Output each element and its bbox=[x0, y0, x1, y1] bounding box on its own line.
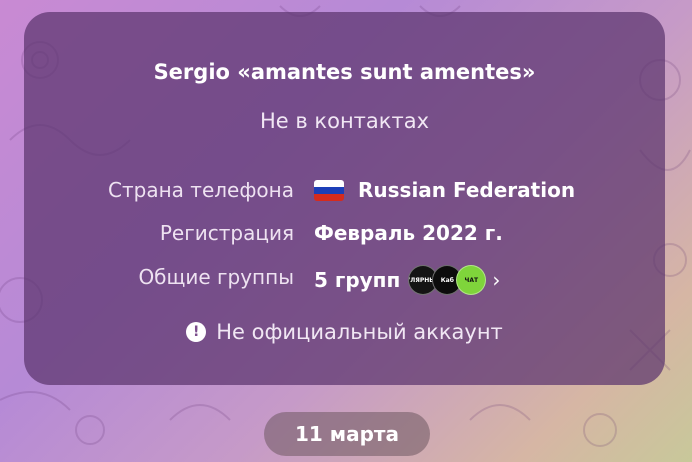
unofficial-account-notice: ! Не официальный аккаунт bbox=[24, 320, 665, 344]
common-groups-label: Общие группы bbox=[138, 265, 294, 289]
user-name: Sergio «amantes sunt amentes» bbox=[153, 60, 536, 84]
info-row-common-groups[interactable]: Общие группы 5 групп ПОПУЛЯРНЫЙ ЧАТ Каб … bbox=[24, 263, 665, 295]
russia-flag-icon bbox=[314, 179, 344, 201]
phone-country-label: Страна телефона bbox=[108, 178, 294, 202]
registration-label: Регистрация bbox=[159, 221, 294, 245]
group-avatar: ЧАТ bbox=[456, 265, 487, 295]
group-avatars: ПОПУЛЯРНЫЙ ЧАТ Каб ЧАТ bbox=[408, 265, 487, 295]
registration-value: Февраль 2022 г. bbox=[314, 221, 503, 245]
info-row-phone-country: Страна телефона Russian Federation bbox=[24, 176, 665, 206]
date-separator: 11 марта bbox=[264, 412, 430, 456]
contact-status: Не в контактах bbox=[259, 109, 429, 133]
user-info-card: Sergio «amantes sunt amentes» Не в конта… bbox=[24, 12, 665, 385]
phone-country-value: Russian Federation bbox=[358, 178, 576, 202]
phone-country-value-wrap: Russian Federation bbox=[314, 178, 575, 202]
exclamation-circle-icon: ! bbox=[186, 322, 207, 342]
common-groups-value-wrap[interactable]: 5 групп ПОПУЛЯРНЫЙ ЧАТ Каб ЧАТ › bbox=[314, 265, 500, 295]
common-groups-value: 5 групп bbox=[314, 268, 401, 292]
unofficial-account-text: Не официальный аккаунт bbox=[216, 320, 503, 344]
chevron-right-icon: › bbox=[492, 268, 501, 292]
info-row-registration: Регистрация Февраль 2022 г. bbox=[24, 219, 665, 249]
